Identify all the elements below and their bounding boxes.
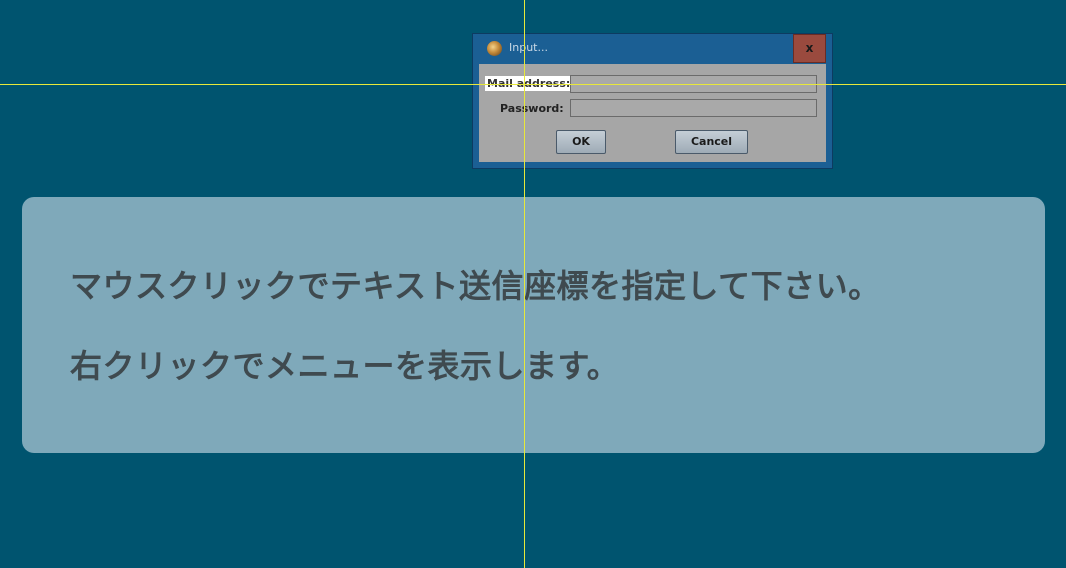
instruction-line-2: 右クリックでメニューを表示します。 <box>70 347 620 385</box>
app-icon <box>487 41 502 56</box>
dialog-titlebar[interactable]: Input... x <box>473 34 832 64</box>
close-icon: x <box>805 41 814 55</box>
password-input[interactable] <box>570 99 817 117</box>
dialog-body: Mail address: Password: OK Cancel <box>479 64 826 162</box>
ok-button[interactable]: OK <box>556 130 606 154</box>
input-dialog: Input... x Mail address: Password: OK Ca… <box>472 33 833 169</box>
password-label: Password: <box>500 102 564 115</box>
instruction-line-1: マウスクリックでテキスト送信座標を指定して下さい。 <box>70 267 881 305</box>
instruction-panel: マウスクリックでテキスト送信座標を指定して下さい。 右クリックでメニューを表示し… <box>22 197 1045 453</box>
crosshair-vertical <box>524 0 525 568</box>
crosshair-horizontal <box>0 84 1066 85</box>
close-button[interactable]: x <box>793 34 826 63</box>
dialog-title: Input... <box>509 41 548 54</box>
cancel-button[interactable]: Cancel <box>675 130 748 154</box>
